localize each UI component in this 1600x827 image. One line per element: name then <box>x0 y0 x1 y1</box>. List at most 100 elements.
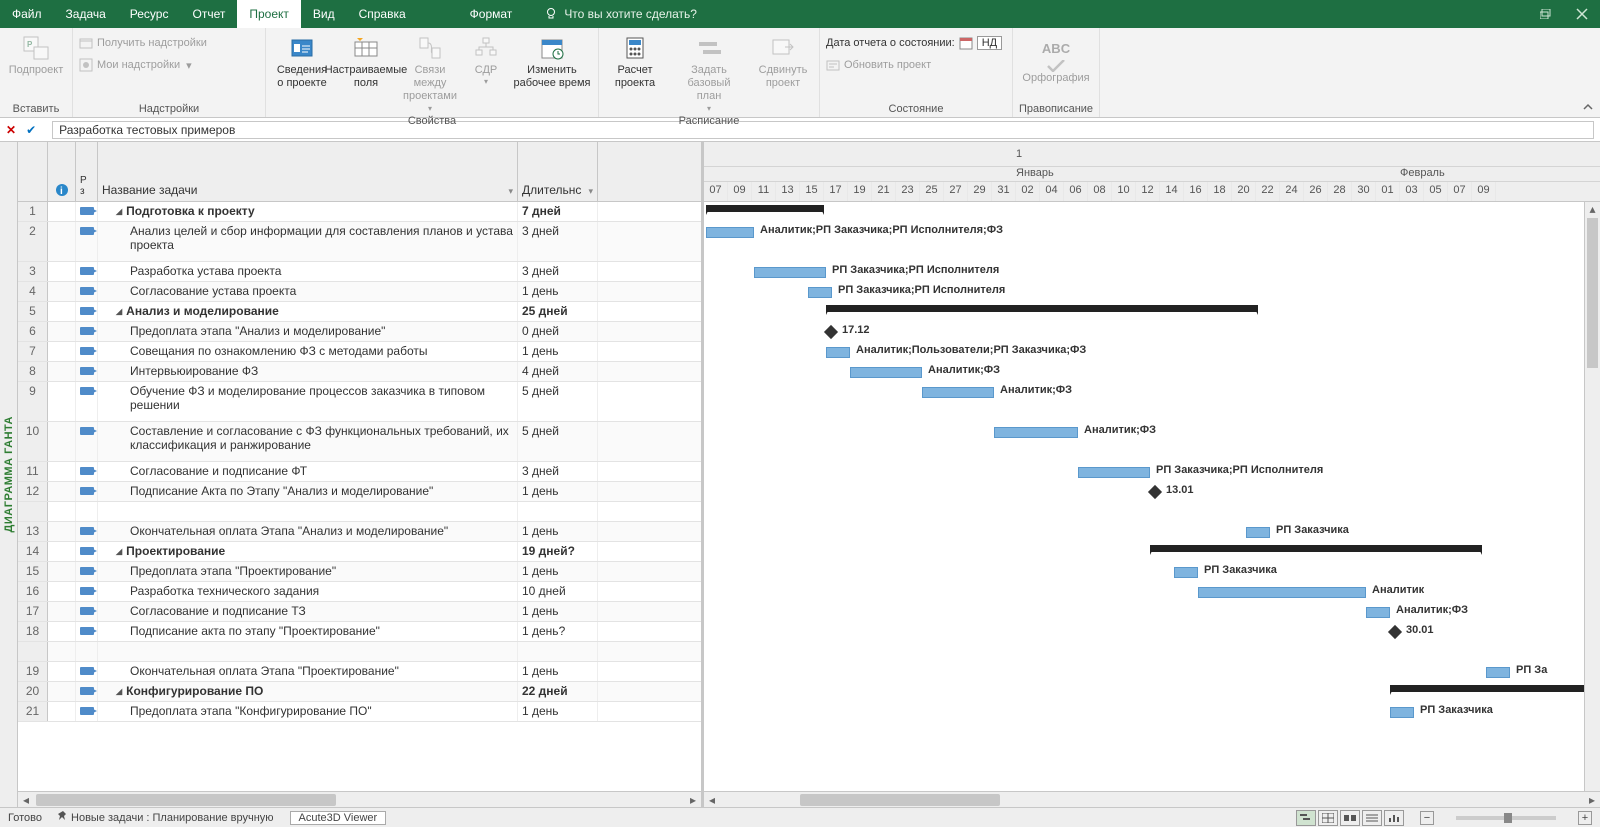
table-row[interactable]: 15Предоплата этапа "Проектирование"1 ден… <box>18 562 701 582</box>
tell-me[interactable]: Что вы хотите сделать? <box>544 0 697 28</box>
task-mode-icon <box>80 287 94 295</box>
task-mode-icon <box>80 627 94 635</box>
cancel-entry-button[interactable]: ✕ <box>6 123 16 137</box>
task-mode-icon <box>80 427 94 435</box>
menu-task[interactable]: Задача <box>54 0 118 28</box>
table-row[interactable]: 19Окончательная оплата Этапа "Проектиров… <box>18 662 701 682</box>
table-row[interactable]: 20Конфигурирование ПО22 дней <box>18 682 701 702</box>
calendar-small-icon <box>959 36 973 50</box>
table-row[interactable]: 12Подписание Акта по Этапу "Анализ и мод… <box>18 482 701 502</box>
col-task-name[interactable]: Название задачи▾ <box>98 142 518 201</box>
group-proof-label: Правописание <box>1019 101 1093 117</box>
project-links-button[interactable]: Связи между проектами▾ <box>400 32 460 113</box>
calculate-project-button[interactable]: Расчет проекта <box>605 32 665 113</box>
table-hscroll[interactable]: ◂▸ <box>18 791 701 807</box>
table-row[interactable]: 11Согласование и подписание ФТ3 дней <box>18 462 701 482</box>
table-row[interactable]: 16Разработка технического задания10 дней <box>18 582 701 602</box>
table-row[interactable]: 4Согласование устава проекта1 день <box>18 282 701 302</box>
task-mode-icon <box>80 527 94 535</box>
spelling-button[interactable]: ABCОрфография <box>1020 32 1092 85</box>
get-addins-button[interactable]: Получить надстройки <box>79 36 207 50</box>
col-duration[interactable]: Длительнс▾ <box>518 142 598 201</box>
menu-report[interactable]: Отчет <box>180 0 237 28</box>
table-row[interactable] <box>18 502 701 522</box>
zoom-out-button[interactable]: − <box>1420 811 1434 825</box>
menu-bar: Файл Задача Ресурс Отчет Проект Вид Спра… <box>0 0 1600 28</box>
task-mode-icon <box>80 387 94 395</box>
menu-help[interactable]: Справка <box>347 0 418 28</box>
table-row[interactable]: 10Составление и согласование с ФЗ функци… <box>18 422 701 462</box>
table-body[interactable]: 1Подготовка к проекту7 дней2Анализ целей… <box>18 202 701 791</box>
entry-bar: ✕ ✔ Разработка тестовых примеров <box>0 118 1600 142</box>
view-task-usage-button[interactable] <box>1318 810 1338 826</box>
group-schedule-label: Расписание <box>679 113 740 129</box>
table-row[interactable]: 6Предоплата этапа "Анализ и моделировани… <box>18 322 701 342</box>
group-props-label: Свойства <box>408 113 456 129</box>
table-row[interactable]: 14Проектирование19 дней? <box>18 542 701 562</box>
gantt-vscroll[interactable]: ▴ <box>1584 202 1600 791</box>
task-mode-icon <box>80 307 94 315</box>
entry-field[interactable]: Разработка тестовых примеров <box>52 121 1594 139</box>
task-mode-icon <box>80 267 94 275</box>
zoom-in-button[interactable]: + <box>1578 811 1592 825</box>
window-close-button[interactable] <box>1564 0 1600 28</box>
gantt-bars[interactable]: Аналитик;РП Заказчика;РП Исполнителя;ФЗР… <box>704 202 1600 791</box>
info-icon: i <box>55 183 69 197</box>
view-report-button[interactable] <box>1384 810 1404 826</box>
accept-entry-button[interactable]: ✔ <box>26 123 36 137</box>
move-icon <box>771 36 795 60</box>
table-row[interactable]: 5Анализ и моделирование25 дней <box>18 302 701 322</box>
task-mode-icon <box>80 687 94 695</box>
timeline-days: 0709111315171921232527293102040608101214… <box>704 182 1600 201</box>
wbs-button[interactable]: СДР▾ <box>464 32 508 113</box>
view-resource-sheet-button[interactable] <box>1362 810 1382 826</box>
subproject-button[interactable]: P Подпроект <box>6 32 66 77</box>
table-row[interactable]: 13Окончательная оплата Этапа "Анализ и м… <box>18 522 701 542</box>
project-info-button[interactable]: Сведения о проекте <box>272 32 332 113</box>
close-icon <box>1576 8 1588 20</box>
table-row[interactable]: 9Обучение ФЗ и моделирование процессов з… <box>18 382 701 422</box>
task-mode-icon <box>80 467 94 475</box>
pin-icon <box>58 811 68 821</box>
gantt-hscroll[interactable]: ◂▸ <box>704 791 1600 807</box>
col-mode[interactable]: Р з <box>76 142 98 201</box>
window-restore-button[interactable] <box>1528 0 1564 28</box>
menu-project[interactable]: Проект <box>237 0 301 28</box>
status-date-value[interactable]: НД <box>977 36 1002 50</box>
task-mode-icon <box>80 587 94 595</box>
table-row[interactable]: 21Предоплата этапа "Конфигурирование ПО"… <box>18 702 701 722</box>
table-row[interactable]: 18Подписание акта по этапу "Проектирован… <box>18 622 701 642</box>
menu-format[interactable]: Формат <box>458 0 525 28</box>
gantt-pane: 1 Январь Февраль 07091113151719212325272… <box>704 142 1600 807</box>
collapse-ribbon-button[interactable] <box>1582 101 1594 113</box>
menu-resource[interactable]: Ресурс <box>118 0 181 28</box>
set-baseline-button[interactable]: Задать базовый план▾ <box>669 32 749 113</box>
task-mode-icon <box>80 707 94 715</box>
table-row[interactable]: 1Подготовка к проекту7 дней <box>18 202 701 222</box>
table-row[interactable]: 17Согласование и подписание ТЗ1 день <box>18 602 701 622</box>
status-bar: Готово Новые задачи : Планирование вручн… <box>0 807 1600 827</box>
move-project-button[interactable]: Сдвинуть проект <box>753 32 813 113</box>
lightbulb-icon <box>544 7 558 21</box>
menu-file[interactable]: Файл <box>0 0 54 28</box>
status-ready: Готово <box>8 812 42 824</box>
table-row[interactable]: 8Интервьюирование ФЗ4 дней <box>18 362 701 382</box>
wbs-icon <box>474 36 498 60</box>
table-row[interactable]: 7Совещания по ознакомлению ФЗ с методами… <box>18 342 701 362</box>
svg-text:P: P <box>27 40 33 49</box>
change-working-time-button[interactable]: Изменить рабочее время <box>512 32 592 113</box>
my-addins-button[interactable]: Мои надстройки▾ <box>79 58 192 72</box>
view-gantt-button[interactable] <box>1296 810 1316 826</box>
task-mode-icon <box>80 547 94 555</box>
acute3d-button[interactable]: Acute3D Viewer <box>290 811 387 825</box>
svg-text:i: i <box>60 186 63 197</box>
table-row[interactable]: 3Разработка устава проекта3 дней <box>18 262 701 282</box>
table-row[interactable]: 2Анализ целей и сбор информации для сост… <box>18 222 701 262</box>
zoom-slider[interactable] <box>1456 816 1556 820</box>
view-team-planner-button[interactable] <box>1340 810 1360 826</box>
view-bar[interactable]: ДИАГРАММА ГАНТА <box>0 142 18 807</box>
menu-view[interactable]: Вид <box>301 0 347 28</box>
table-row[interactable] <box>18 642 701 662</box>
custom-fields-button[interactable]: Настраиваемые поля <box>336 32 396 113</box>
update-project-button[interactable]: Обновить проект <box>826 58 931 72</box>
